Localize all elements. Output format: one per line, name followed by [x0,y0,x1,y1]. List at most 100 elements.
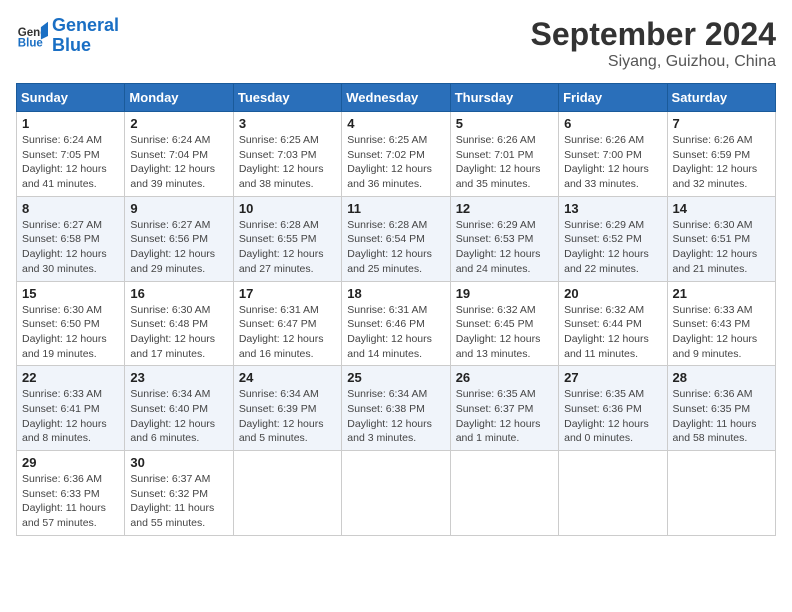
day-number: 11 [347,201,444,216]
day-info: Sunrise: 6:28 AM Sunset: 6:55 PM Dayligh… [239,218,336,277]
day-info: Sunrise: 6:34 AM Sunset: 6:38 PM Dayligh… [347,387,444,446]
calendar-day-cell: 5 Sunrise: 6:26 AM Sunset: 7:01 PM Daylig… [450,112,558,197]
weekday-header-cell: Saturday [667,84,775,112]
day-info: Sunrise: 6:30 AM Sunset: 6:50 PM Dayligh… [22,303,119,362]
day-number: 6 [564,116,661,131]
calendar-day-cell: 10 Sunrise: 6:28 AM Sunset: 6:55 PM Dayli… [233,196,341,281]
day-number: 22 [22,370,119,385]
logo: General Blue GeneralBlue [16,16,119,56]
calendar-body: 1Sunrise: 6:24 AM Sunset: 7:05 PM Daylig… [17,112,776,536]
logo-icon: General Blue [16,20,48,52]
day-number: 2 [130,116,227,131]
calendar-day-cell: 7Sunrise: 6:26 AM Sunset: 6:59 PM Daylig… [667,112,775,197]
day-info: Sunrise: 6:37 AM Sunset: 6:32 PM Dayligh… [130,472,227,531]
calendar-day-cell: 25Sunrise: 6:34 AM Sunset: 6:38 PM Dayli… [342,366,450,451]
calendar-day-cell: 16 Sunrise: 6:30 AM Sunset: 6:48 PM Dayli… [125,281,233,366]
calendar-day-cell: 1Sunrise: 6:24 AM Sunset: 7:05 PM Daylig… [17,112,125,197]
day-number: 5 [456,116,553,131]
day-number: 28 [673,370,770,385]
day-number: 14 [673,201,770,216]
calendar-day-cell: 24Sunrise: 6:34 AM Sunset: 6:39 PM Dayli… [233,366,341,451]
day-info: Sunrise: 6:36 AM Sunset: 6:35 PM Dayligh… [673,387,770,446]
day-info: Sunrise: 6:31 AM Sunset: 6:47 PM Dayligh… [239,303,336,362]
day-number: 20 [564,286,661,301]
calendar-day-cell: 12 Sunrise: 6:29 AM Sunset: 6:53 PM Dayli… [450,196,558,281]
day-number: 9 [130,201,227,216]
day-number: 16 [130,286,227,301]
day-number: 23 [130,370,227,385]
day-number: 15 [22,286,119,301]
calendar-day-cell: 21 Sunrise: 6:33 AM Sunset: 6:43 PM Dayli… [667,281,775,366]
calendar-week-row: 1Sunrise: 6:24 AM Sunset: 7:05 PM Daylig… [17,112,776,197]
calendar-day-cell: 15 Sunrise: 6:30 AM Sunset: 6:50 PM Dayli… [17,281,125,366]
calendar-day-cell: 6 Sunrise: 6:26 AM Sunset: 7:00 PM Daylig… [559,112,667,197]
calendar-table: SundayMondayTuesdayWednesdayThursdayFrid… [16,83,776,536]
calendar-day-cell: 4 Sunrise: 6:25 AM Sunset: 7:02 PM Daylig… [342,112,450,197]
calendar-day-cell [342,451,450,536]
day-number: 12 [456,201,553,216]
calendar-day-cell: 27 Sunrise: 6:35 AM Sunset: 6:36 PM Dayli… [559,366,667,451]
calendar-day-cell: 11 Sunrise: 6:28 AM Sunset: 6:54 PM Dayli… [342,196,450,281]
day-number: 21 [673,286,770,301]
calendar-day-cell [233,451,341,536]
calendar-day-cell: 8Sunrise: 6:27 AM Sunset: 6:58 PM Daylig… [17,196,125,281]
weekday-header-cell: Wednesday [342,84,450,112]
weekday-header-cell: Monday [125,84,233,112]
day-info: Sunrise: 6:30 AM Sunset: 6:51 PM Dayligh… [673,218,770,277]
day-info: Sunrise: 6:25 AM Sunset: 7:03 PM Dayligh… [239,133,336,192]
day-info: Sunrise: 6:30 AM Sunset: 6:48 PM Dayligh… [130,303,227,362]
day-number: 4 [347,116,444,131]
calendar-day-cell: 3 Sunrise: 6:25 AM Sunset: 7:03 PM Daylig… [233,112,341,197]
day-number: 3 [239,116,336,131]
day-info: Sunrise: 6:29 AM Sunset: 6:53 PM Dayligh… [456,218,553,277]
calendar-day-cell: 22 Sunrise: 6:33 AM Sunset: 6:41 PM Dayli… [17,366,125,451]
day-info: Sunrise: 6:27 AM Sunset: 6:56 PM Dayligh… [130,218,227,277]
calendar-week-row: 29 Sunrise: 6:36 AM Sunset: 6:33 PM Dayli… [17,451,776,536]
day-info: Sunrise: 6:35 AM Sunset: 6:36 PM Dayligh… [564,387,661,446]
day-info: Sunrise: 6:31 AM Sunset: 6:46 PM Dayligh… [347,303,444,362]
calendar-day-cell [559,451,667,536]
day-info: Sunrise: 6:26 AM Sunset: 7:00 PM Dayligh… [564,133,661,192]
calendar-week-row: 8Sunrise: 6:27 AM Sunset: 6:58 PM Daylig… [17,196,776,281]
day-number: 17 [239,286,336,301]
calendar-day-cell [667,451,775,536]
calendar-day-cell: 26 Sunrise: 6:35 AM Sunset: 6:37 PM Dayli… [450,366,558,451]
calendar-day-cell: 28 Sunrise: 6:36 AM Sunset: 6:35 PM Dayli… [667,366,775,451]
logo-text: GeneralBlue [52,16,119,56]
day-number: 18 [347,286,444,301]
calendar-day-cell: 2Sunrise: 6:24 AM Sunset: 7:04 PM Daylig… [125,112,233,197]
day-number: 27 [564,370,661,385]
day-info: Sunrise: 6:32 AM Sunset: 6:44 PM Dayligh… [564,303,661,362]
day-number: 7 [673,116,770,131]
day-number: 10 [239,201,336,216]
svg-text:Blue: Blue [18,37,44,49]
calendar-day-cell: 29 Sunrise: 6:36 AM Sunset: 6:33 PM Dayli… [17,451,125,536]
weekday-header-cell: Friday [559,84,667,112]
calendar-day-cell: 30Sunrise: 6:37 AM Sunset: 6:32 PM Dayli… [125,451,233,536]
day-info: Sunrise: 6:35 AM Sunset: 6:37 PM Dayligh… [456,387,553,446]
day-info: Sunrise: 6:36 AM Sunset: 6:33 PM Dayligh… [22,472,119,531]
day-info: Sunrise: 6:34 AM Sunset: 6:39 PM Dayligh… [239,387,336,446]
day-info: Sunrise: 6:28 AM Sunset: 6:54 PM Dayligh… [347,218,444,277]
weekday-header-row: SundayMondayTuesdayWednesdayThursdayFrid… [17,84,776,112]
calendar-day-cell: 9 Sunrise: 6:27 AM Sunset: 6:56 PM Daylig… [125,196,233,281]
day-info: Sunrise: 6:29 AM Sunset: 6:52 PM Dayligh… [564,218,661,277]
day-number: 13 [564,201,661,216]
day-number: 19 [456,286,553,301]
day-info: Sunrise: 6:26 AM Sunset: 7:01 PM Dayligh… [456,133,553,192]
day-info: Sunrise: 6:25 AM Sunset: 7:02 PM Dayligh… [347,133,444,192]
day-number: 8 [22,201,119,216]
day-info: Sunrise: 6:33 AM Sunset: 6:43 PM Dayligh… [673,303,770,362]
day-number: 26 [456,370,553,385]
day-number: 29 [22,455,119,470]
day-info: Sunrise: 6:33 AM Sunset: 6:41 PM Dayligh… [22,387,119,446]
calendar-day-cell: 20 Sunrise: 6:32 AM Sunset: 6:44 PM Dayli… [559,281,667,366]
title-block: September 2024 Siyang, Guizhou, China [531,16,776,71]
calendar-day-cell: 19Sunrise: 6:32 AM Sunset: 6:45 PM Dayli… [450,281,558,366]
calendar-day-cell [450,451,558,536]
day-info: Sunrise: 6:34 AM Sunset: 6:40 PM Dayligh… [130,387,227,446]
day-info: Sunrise: 6:24 AM Sunset: 7:05 PM Dayligh… [22,133,119,192]
calendar-week-row: 22 Sunrise: 6:33 AM Sunset: 6:41 PM Dayli… [17,366,776,451]
calendar-day-cell: 13 Sunrise: 6:29 AM Sunset: 6:52 PM Dayli… [559,196,667,281]
calendar-day-cell: 23 Sunrise: 6:34 AM Sunset: 6:40 PM Dayli… [125,366,233,451]
